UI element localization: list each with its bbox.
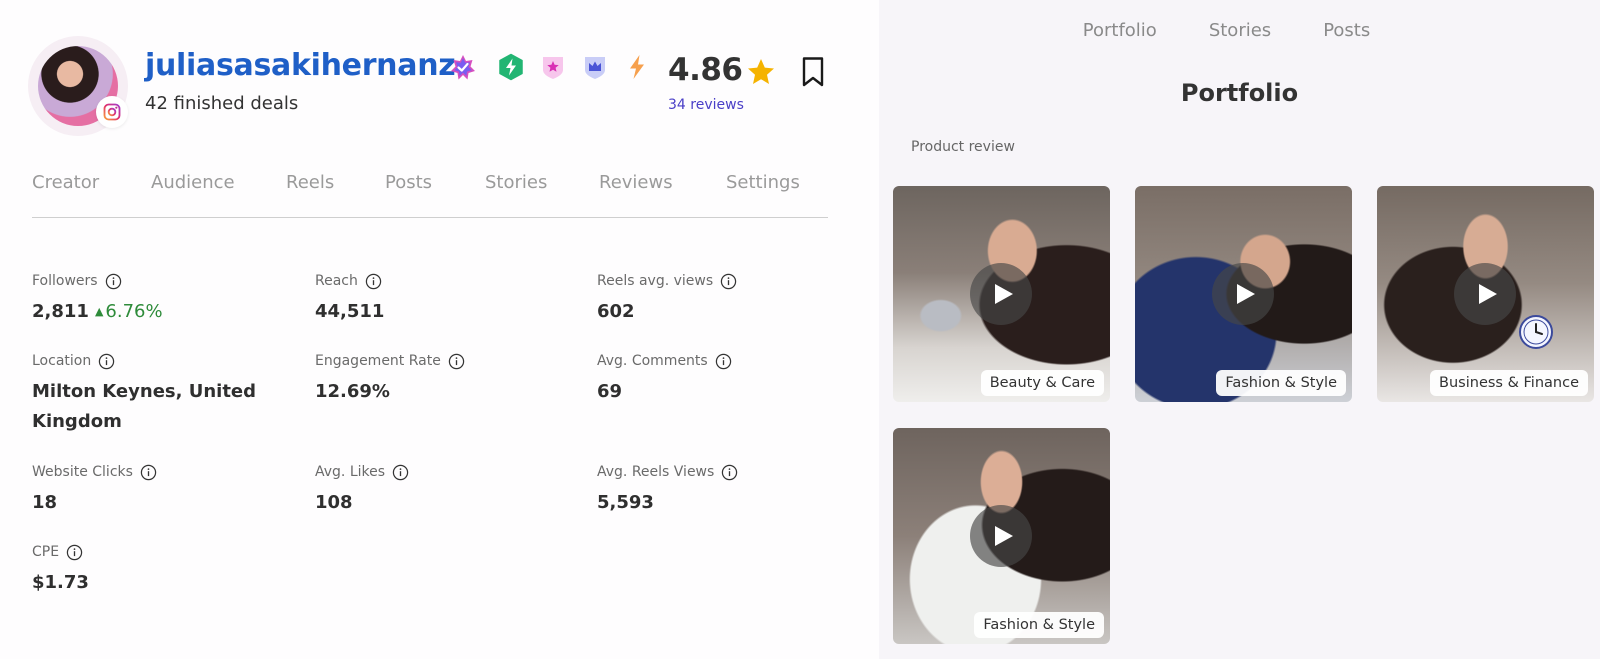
clock-icon xyxy=(1519,315,1553,349)
stat-followers: Followers 2,811 ▲ 6.76% xyxy=(32,272,163,327)
stat-value: Milton Keynes, United xyxy=(32,381,257,402)
creator-profile-panel: juliasasakihernanz 42 finished deals 4.8… xyxy=(0,0,879,659)
tab-portfolio[interactable]: Portfolio xyxy=(1083,20,1157,41)
stat-label: Reach xyxy=(315,273,358,289)
growth-indicator: ▲ 6.76% xyxy=(94,301,163,322)
bolt-icon xyxy=(622,52,652,82)
info-icon[interactable] xyxy=(392,464,409,481)
stat-value: 18 xyxy=(32,492,58,513)
portfolio-panel: Portfolio Stories Posts Portfolio Produc… xyxy=(879,0,1600,659)
info-icon[interactable] xyxy=(66,544,83,561)
reviews-link[interactable]: 34 reviews xyxy=(668,97,744,113)
video-tile[interactable]: Beauty & Care xyxy=(893,186,1110,402)
stat-reach: Reach 44,511 xyxy=(315,272,384,327)
stat-label: Avg. Comments xyxy=(597,353,708,369)
stat-location: Location Milton Keynes, United Kingdom xyxy=(32,352,256,437)
crown-shield-icon xyxy=(580,52,610,82)
finished-deals-count: 42 finished deals xyxy=(145,93,299,114)
stat-label: Engagement Rate xyxy=(315,353,441,369)
info-icon[interactable] xyxy=(365,273,382,290)
info-icon[interactable] xyxy=(715,353,732,370)
stat-value: 602 xyxy=(597,301,635,322)
video-tile[interactable]: Fashion & Style xyxy=(1135,186,1352,402)
stat-avg-reels-views: Avg. Reels Views 5,593 xyxy=(597,463,738,518)
stat-label: CPE xyxy=(32,544,60,560)
stat-value: 5,593 xyxy=(597,492,654,513)
category-tag: Fashion & Style xyxy=(974,612,1104,638)
tab-stories[interactable]: Stories xyxy=(485,170,599,217)
category-tag: Beauty & Care xyxy=(980,370,1104,396)
info-icon[interactable] xyxy=(98,353,115,370)
stat-label: Followers xyxy=(32,273,98,289)
stat-website-clicks: Website Clicks 18 xyxy=(32,463,157,518)
play-icon[interactable] xyxy=(970,263,1032,325)
stat-label: Reels avg. views xyxy=(597,273,714,289)
stat-cpe: CPE $1.73 xyxy=(32,543,89,598)
info-icon[interactable] xyxy=(105,273,122,290)
star-shield-icon xyxy=(538,52,568,82)
stat-label: Location xyxy=(32,353,92,369)
category-label: Product review xyxy=(911,139,1015,155)
info-icon[interactable] xyxy=(720,273,737,290)
tab-audience[interactable]: Audience xyxy=(151,170,286,217)
stat-value: 12.69% xyxy=(315,381,390,402)
star-icon xyxy=(748,59,774,84)
instagram-icon xyxy=(96,96,128,128)
stat-avg-likes: Avg. Likes 108 xyxy=(315,463,409,518)
tab-settings[interactable]: Settings xyxy=(726,170,800,217)
stat-avg-comments: Avg. Comments 69 xyxy=(597,352,732,407)
tab-reviews[interactable]: Reviews xyxy=(599,170,726,217)
stat-value: 108 xyxy=(315,492,353,513)
username: juliasasakihernanz xyxy=(145,48,456,83)
tab-reels[interactable]: Reels xyxy=(286,170,385,217)
play-icon[interactable] xyxy=(1454,263,1516,325)
profile-tabs: Creator Audience Reels Posts Stories Rev… xyxy=(32,170,828,218)
stat-value: 44,511 xyxy=(315,301,385,322)
stat-reels-avg-views: Reels avg. views 602 xyxy=(597,272,737,327)
info-icon[interactable] xyxy=(448,353,465,370)
avatar[interactable] xyxy=(28,36,128,136)
portfolio-tabs: Portfolio Stories Posts xyxy=(879,20,1600,41)
bookmark-icon[interactable] xyxy=(800,56,826,88)
play-icon[interactable] xyxy=(1212,263,1274,325)
tab-stories[interactable]: Stories xyxy=(1209,20,1271,41)
category-tag: Business & Finance xyxy=(1430,370,1588,396)
badge-row xyxy=(448,52,652,82)
tab-posts[interactable]: Posts xyxy=(385,170,485,217)
play-icon[interactable] xyxy=(970,505,1032,567)
info-icon[interactable] xyxy=(140,464,157,481)
stat-label: Avg. Reels Views xyxy=(597,464,715,480)
stat-value: 69 xyxy=(597,381,623,402)
portfolio-title: Portfolio xyxy=(1180,79,1299,107)
category-tag: Fashion & Style xyxy=(1216,370,1346,396)
video-tile[interactable]: Business & Finance xyxy=(1377,186,1594,402)
tab-creator[interactable]: Creator xyxy=(32,170,151,217)
tab-posts[interactable]: Posts xyxy=(1323,20,1370,41)
lightning-hex-icon xyxy=(496,52,526,82)
video-tile[interactable]: Fashion & Style xyxy=(893,428,1110,644)
rating-value: 4.86 xyxy=(668,52,743,88)
arrow-up-icon: ▲ xyxy=(94,305,104,318)
verified-star-icon xyxy=(448,52,478,82)
stat-value: 2,811 xyxy=(32,301,89,322)
stat-label: Website Clicks xyxy=(32,464,133,480)
stat-engagement-rate: Engagement Rate 12.69% xyxy=(315,352,465,407)
stat-value-continued: Kingdom xyxy=(32,411,122,432)
stat-value: $1.73 xyxy=(32,572,89,593)
info-icon[interactable] xyxy=(721,464,738,481)
stat-label: Avg. Likes xyxy=(315,464,386,480)
